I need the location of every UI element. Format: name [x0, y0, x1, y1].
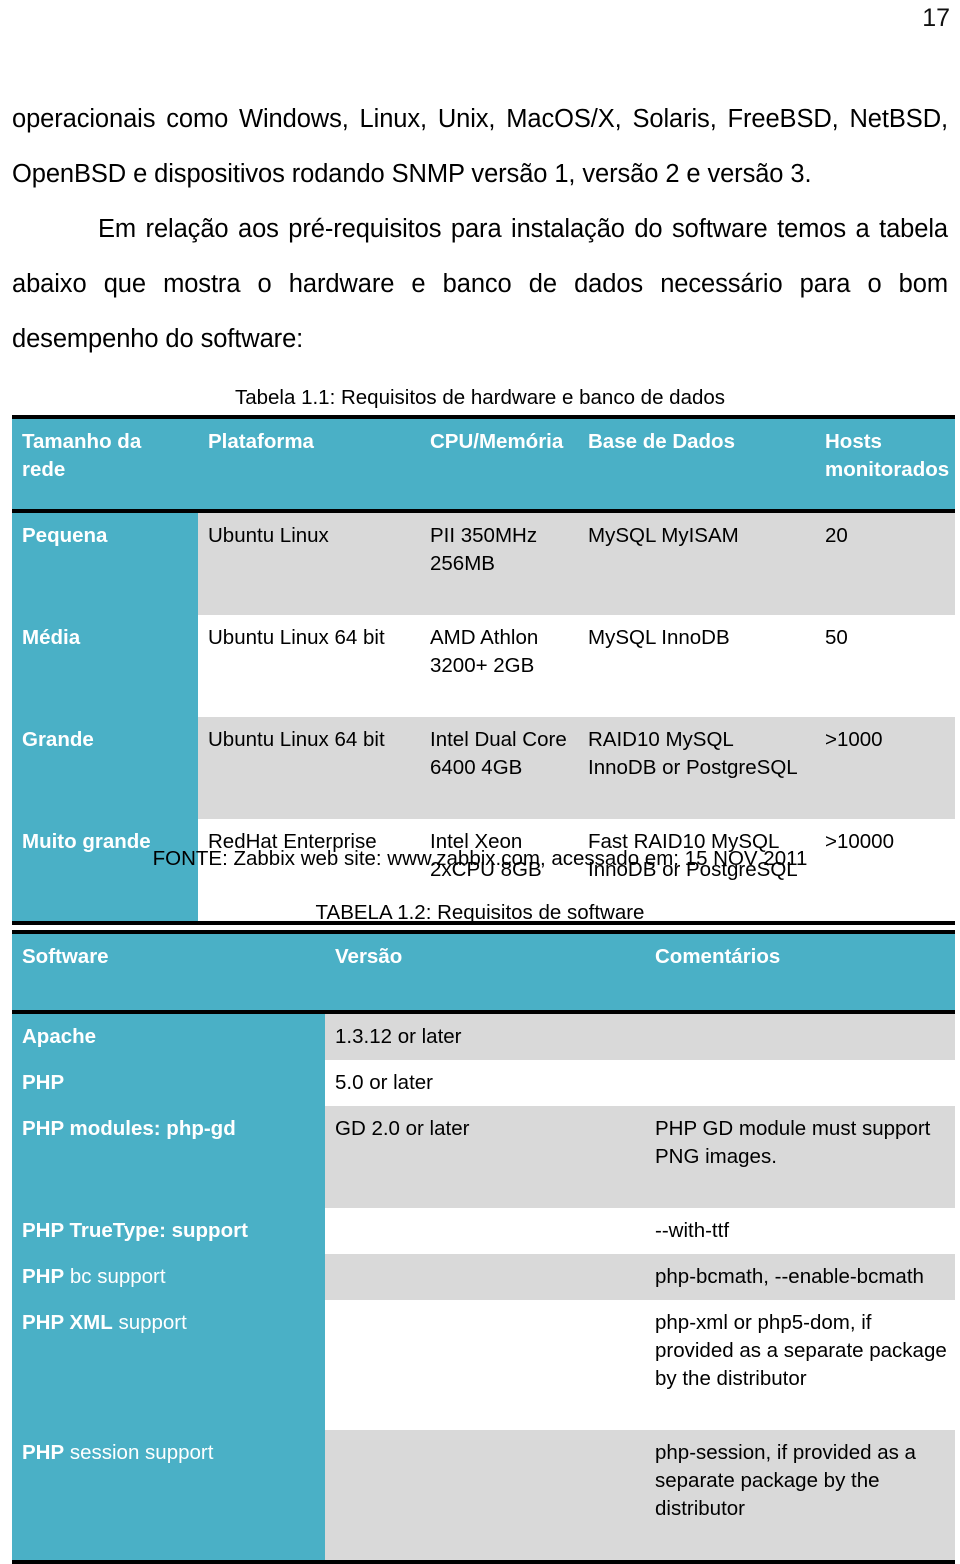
col-header-plataforma: Plataforma: [198, 415, 420, 513]
table-row: PHP bc support php-bcmath, --enable-bcma…: [12, 1254, 955, 1300]
software-table-caption: TABELA 1.2: Requisitos de software: [315, 901, 645, 924]
cell-software-name: PHP modules: php-gd: [12, 1106, 325, 1208]
cell-comments: php-xml or php5-dom, if provided as a se…: [645, 1300, 955, 1430]
software-requirements-table: Software Versão Comentários Apache 1.3.1…: [12, 930, 955, 1564]
cell-database: MySQL InnoDB: [578, 615, 815, 717]
software-name-rest: session support: [64, 1441, 214, 1464]
cell-database: MySQL MyISAM: [578, 511, 815, 615]
table-header-row: Tamanho da rede Plataforma CPU/Memória B…: [12, 415, 955, 513]
cell-platform: Ubuntu Linux 64 bit: [198, 717, 420, 819]
software-table-container: Software Versão Comentários Apache 1.3.1…: [12, 930, 955, 1564]
col-header-software: Software: [12, 930, 325, 1014]
software-name-rest: support: [112, 1311, 187, 1334]
col-header-cpu-memoria: CPU/Memória: [420, 415, 578, 513]
cell-software-name: PHP XML support: [12, 1300, 325, 1430]
software-name-strong: PHP XML: [22, 1311, 113, 1334]
col-header-base-de-dados: Base de Dados: [578, 415, 815, 513]
cell-comments: PHP GD module must support PNG images.: [645, 1106, 955, 1208]
paragraph-prerequisites: Em relação aos pré-requisitos para insta…: [12, 215, 948, 353]
cell-comments: [645, 1012, 955, 1060]
col-header-comentarios: Comentários: [645, 930, 955, 1014]
body-text: operacionais como Windows, Linux, Unix, …: [12, 92, 948, 367]
software-name-rest: bc support: [64, 1265, 166, 1288]
cell-hosts: 20: [815, 511, 955, 615]
table-row: Grande Ubuntu Linux 64 bit Intel Dual Co…: [12, 717, 955, 819]
table-row: PHP session support php-session, if prov…: [12, 1430, 955, 1564]
software-name-strong: PHP modules: php-gd: [22, 1117, 236, 1140]
cell-version: [325, 1300, 645, 1430]
cell-cpu-memory: Intel Dual Core 6400 4GB: [420, 717, 578, 819]
cell-software-name: PHP session support: [12, 1430, 325, 1564]
cell-cpu-memory: PII 350MHz 256MB: [420, 511, 578, 615]
table-row: Pequena Ubuntu Linux PII 350MHz 256MB My…: [12, 511, 955, 615]
cell-version: 5.0 or later: [325, 1060, 645, 1106]
col-header-tamanho-da-rede: Tamanho da rede: [12, 415, 198, 513]
table-header-row: Software Versão Comentários: [12, 930, 955, 1014]
cell-platform: Ubuntu Linux: [198, 511, 420, 615]
cell-network-size: Pequena: [12, 511, 198, 615]
cell-software-name: PHP: [12, 1060, 325, 1106]
cell-version: 1.3.12 or later: [325, 1012, 645, 1060]
cell-comments: php-session, if provided as a separate p…: [645, 1430, 955, 1564]
cell-database: RAID10 MySQL InnoDB or PostgreSQL: [578, 717, 815, 819]
software-name-strong: Apache: [22, 1025, 97, 1048]
cell-hosts: 50: [815, 615, 955, 717]
table-row: PHP 5.0 or later: [12, 1060, 955, 1106]
cell-version: GD 2.0 or later: [325, 1106, 645, 1208]
cell-hosts: >1000: [815, 717, 955, 819]
cell-comments: --with-ttf: [645, 1208, 955, 1254]
col-header-hosts-monitorados: Hosts monitorados: [815, 415, 955, 513]
table-row: Média Ubuntu Linux 64 bit AMD Athlon 320…: [12, 615, 955, 717]
hardware-table-source-note: FONTE: Zabbix web site: www.zabbix.com, …: [152, 847, 808, 870]
cell-network-size: Média: [12, 615, 198, 717]
table-row: PHP TrueType: support --with-ttf: [12, 1208, 955, 1254]
cell-version: [325, 1430, 645, 1564]
software-name-strong: PHP TrueType: support: [22, 1219, 248, 1242]
cell-platform: Ubuntu Linux 64 bit: [198, 615, 420, 717]
cell-software-name: Apache: [12, 1012, 325, 1060]
cell-network-size: Grande: [12, 717, 198, 819]
cell-version: [325, 1208, 645, 1254]
hardware-table-caption: Tabela 1.1: Requisitos de hardware e ban…: [234, 386, 726, 409]
cell-comments: [645, 1060, 955, 1106]
col-header-versao: Versão: [325, 930, 645, 1014]
software-name-strong: PHP: [22, 1265, 65, 1288]
software-name-strong: PHP: [22, 1071, 65, 1094]
software-name-strong: PHP: [22, 1441, 65, 1464]
cell-software-name: PHP bc support: [12, 1254, 325, 1300]
cell-version: [325, 1254, 645, 1300]
paragraph-continuation: operacionais como Windows, Linux, Unix, …: [12, 105, 948, 188]
table-row: Apache 1.3.12 or later: [12, 1012, 955, 1060]
cell-software-name: PHP TrueType: support: [12, 1208, 325, 1254]
cell-cpu-memory: AMD Athlon 3200+ 2GB: [420, 615, 578, 717]
table-row: PHP XML support php-xml or php5-dom, if …: [12, 1300, 955, 1430]
page-number: 17: [922, 4, 950, 32]
cell-comments: php-bcmath, --enable-bcmath: [645, 1254, 955, 1300]
table-row: PHP modules: php-gd GD 2.0 or later PHP …: [12, 1106, 955, 1208]
